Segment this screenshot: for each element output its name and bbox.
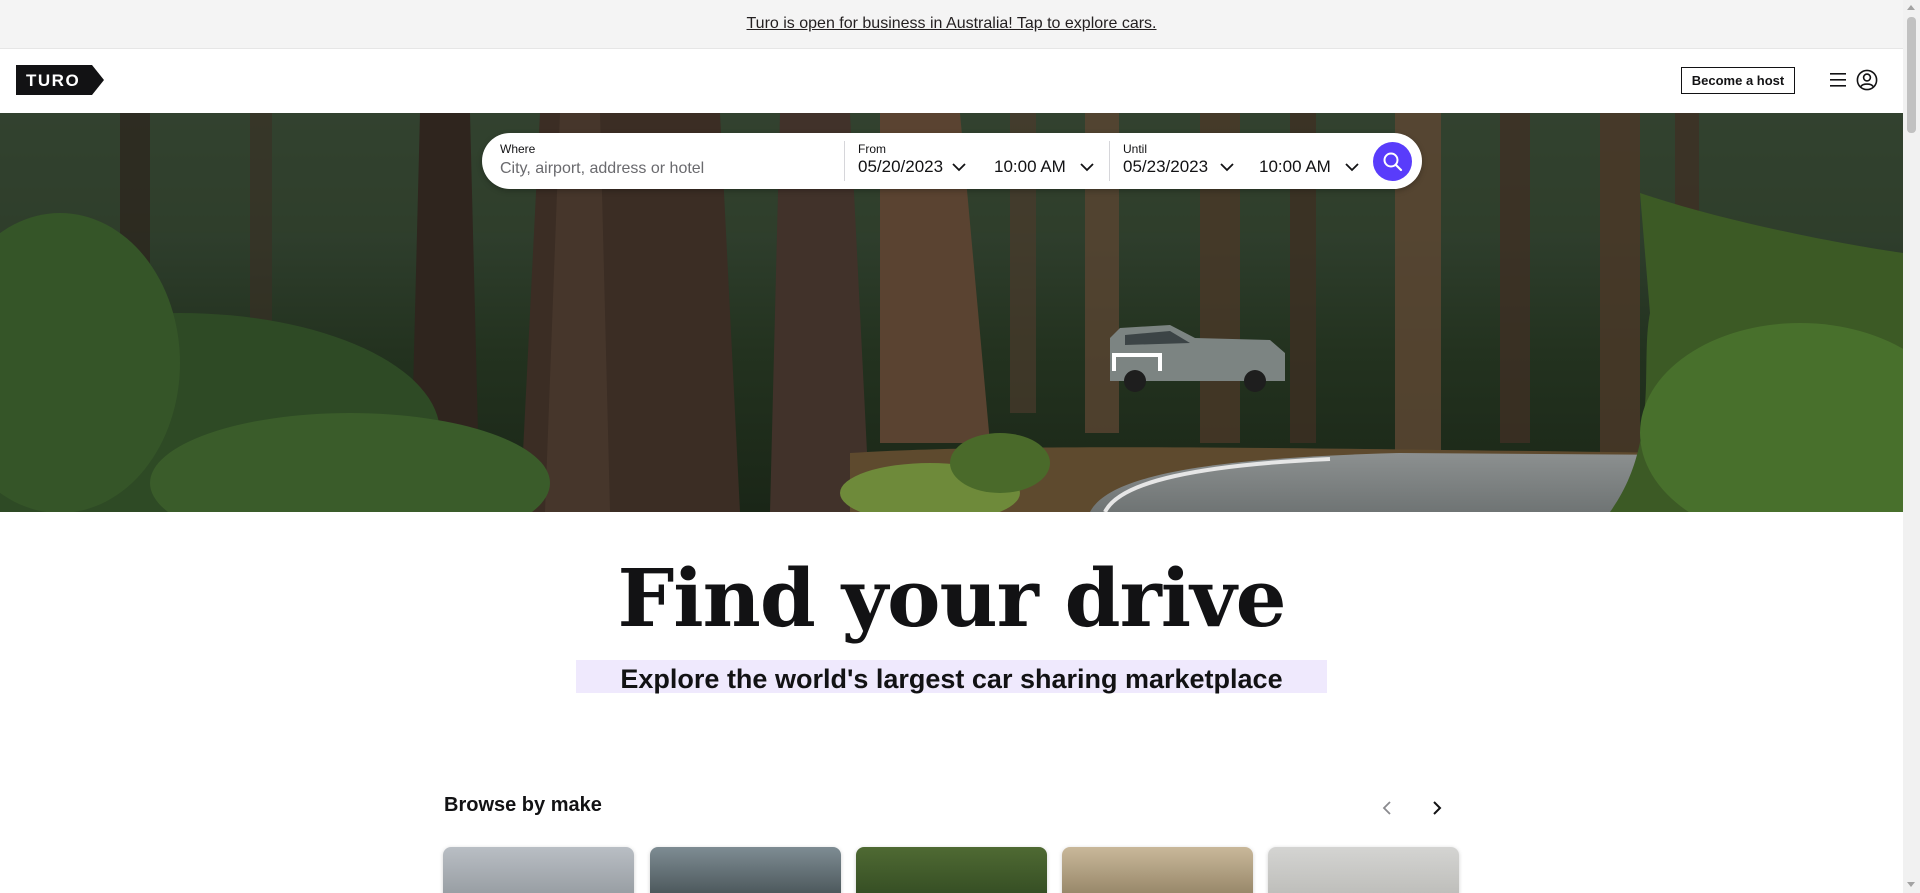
logo-text: TURO	[26, 71, 80, 90]
page-scrollbar[interactable]	[1903, 0, 1920, 893]
scroll-down-arrow-icon[interactable]	[1907, 882, 1915, 887]
until-field: Until 05/23/2023 10:00 AM	[1123, 133, 1363, 189]
announcement-banner: Turo is open for business in Australia! …	[0, 0, 1903, 49]
turo-logo[interactable]: TURO	[16, 65, 104, 95]
make-card[interactable]	[1268, 847, 1459, 893]
where-input[interactable]	[500, 158, 830, 180]
make-card[interactable]	[1062, 847, 1253, 893]
until-time-select[interactable]: 10:00 AM	[1259, 157, 1359, 177]
make-card[interactable]	[443, 847, 634, 893]
page-subheadline: Explore the world's largest car sharing …	[620, 664, 1283, 694]
make-card[interactable]	[650, 847, 841, 893]
site-header: TURO	[0, 49, 1903, 113]
from-date-select[interactable]: 05/20/2023	[858, 157, 966, 177]
browse-by-make-title: Browse by make	[444, 794, 602, 816]
chevron-right-icon	[1433, 801, 1442, 815]
become-host-button[interactable]: Become a host	[1681, 67, 1795, 94]
make-carousel	[443, 847, 1459, 893]
make-card[interactable]	[856, 847, 1047, 893]
scrollbar-thumb[interactable]	[1907, 17, 1916, 133]
search-bar: Where From 05/20/2023 10:00 AM Until 05/…	[482, 133, 1422, 189]
from-date-value: 05/20/2023	[858, 157, 944, 176]
search-icon	[1383, 152, 1402, 171]
until-label: Until	[1123, 142, 1148, 156]
from-time-value: 10:00 AM	[994, 157, 1066, 176]
chevron-left-icon	[1382, 801, 1391, 815]
search-divider	[844, 141, 845, 181]
account-icon[interactable]	[1856, 69, 1878, 91]
chevron-down-icon	[1220, 163, 1234, 172]
chevron-down-icon	[952, 163, 966, 172]
carousel-prev-button[interactable]	[1373, 794, 1401, 822]
where-field[interactable]: Where	[500, 133, 840, 189]
from-time-select[interactable]: 10:00 AM	[994, 157, 1094, 177]
search-divider	[1109, 141, 1110, 181]
search-button[interactable]	[1373, 142, 1412, 181]
from-field: From 05/20/2023 10:00 AM	[858, 133, 1118, 189]
page-headline: Find your drive	[617, 551, 1286, 645]
hamburger-menu-icon[interactable]	[1829, 70, 1847, 90]
until-time-value: 10:00 AM	[1259, 157, 1331, 176]
until-date-select[interactable]: 05/23/2023	[1123, 157, 1234, 177]
announcement-link[interactable]: Turo is open for business in Australia! …	[747, 15, 1157, 33]
carousel-next-button[interactable]	[1423, 794, 1451, 822]
scroll-up-arrow-icon[interactable]	[1907, 5, 1915, 10]
until-date-value: 05/23/2023	[1123, 157, 1209, 176]
chevron-down-icon	[1080, 163, 1094, 172]
from-label: From	[858, 142, 886, 156]
chevron-down-icon	[1345, 163, 1359, 172]
where-label: Where	[500, 142, 536, 156]
